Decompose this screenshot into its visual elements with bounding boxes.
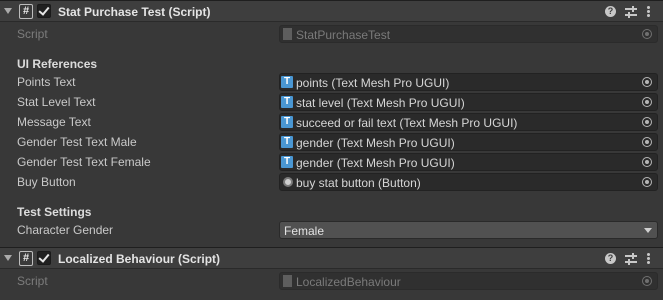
field-row-buy-button: Buy Button buy stat button (Button) <box>0 172 663 192</box>
context-menu-icon[interactable] <box>647 6 651 18</box>
script-value: StatPurchaseTest <box>296 28 391 42</box>
field-row-points-text: Points Text T points (Text Mesh Pro UGUI… <box>0 72 663 92</box>
presets-icon[interactable] <box>625 6 637 18</box>
field-row-stat-level-text: Stat Level Text T stat level (Text Mesh … <box>0 92 663 112</box>
help-icon[interactable]: ? <box>605 253 616 264</box>
section-header-test-settings: Test Settings <box>17 205 92 219</box>
field-label: Gender Test Text Female <box>17 155 151 169</box>
field-label: Points Text <box>17 75 76 89</box>
field-label: Gender Test Text Male <box>17 135 137 149</box>
dropdown-value: Female <box>284 224 325 238</box>
script-row: Script StatPurchaseTest <box>0 24 663 44</box>
context-menu-icon[interactable] <box>647 253 651 265</box>
component-title: Localized Behaviour (Script) <box>58 252 221 266</box>
field-value: points (Text Mesh Pro UGUI) <box>296 76 450 90</box>
script-label: Script <box>17 274 48 288</box>
object-field-gender-test-text-female[interactable]: T gender (Text Mesh Pro UGUI) <box>279 153 658 171</box>
object-picker-icon[interactable] <box>642 137 652 147</box>
component-enabled-checkbox[interactable] <box>37 4 51 18</box>
presets-icon[interactable] <box>625 253 637 265</box>
field-value: stat level (Text Mesh Pro UGUI) <box>296 96 465 110</box>
tmp-icon: T <box>281 96 293 108</box>
field-value: gender (Text Mesh Pro UGUI) <box>296 136 455 150</box>
script-field: LocalizedBehaviour <box>279 272 658 290</box>
object-picker-icon <box>642 29 652 39</box>
object-picker-icon[interactable] <box>642 117 652 127</box>
object-picker-icon[interactable] <box>642 77 652 87</box>
section-header-ui-references: UI References <box>17 57 98 71</box>
help-icon[interactable]: ? <box>605 6 616 17</box>
field-row-message-text: Message Text T succeed or fail text (Tex… <box>0 112 663 132</box>
character-gender-dropdown[interactable]: Female <box>279 221 658 239</box>
component-enabled-checkbox[interactable] <box>37 251 51 265</box>
object-picker-icon[interactable] <box>642 177 652 187</box>
object-picker-icon[interactable] <box>642 97 652 107</box>
component-title: Stat Purchase Test (Script) <box>58 5 211 19</box>
object-field-stat-level-text[interactable]: T stat level (Text Mesh Pro UGUI) <box>279 93 658 111</box>
field-value: gender (Text Mesh Pro UGUI) <box>296 156 455 170</box>
field-row-gender-test-text-male: Gender Test Text Male T gender (Text Mes… <box>0 132 663 152</box>
script-file-icon <box>283 28 292 40</box>
object-field-points-text[interactable]: T points (Text Mesh Pro UGUI) <box>279 73 658 91</box>
script-field: StatPurchaseTest <box>279 25 658 43</box>
script-label: Script <box>17 27 48 41</box>
field-value: buy stat button (Button) <box>296 176 421 190</box>
field-label: Buy Button <box>17 175 76 189</box>
button-icon <box>283 177 293 187</box>
tmp-icon: T <box>281 136 293 148</box>
script-row: Script LocalizedBehaviour <box>0 271 663 291</box>
foldout-arrow-icon[interactable] <box>4 8 12 14</box>
script-file-icon <box>283 275 292 287</box>
component-header-stat-purchase-test[interactable]: # Stat Purchase Test (Script) ? <box>0 0 663 22</box>
object-field-message-text[interactable]: T succeed or fail text (Text Mesh Pro UG… <box>279 113 658 131</box>
object-field-gender-test-text-male[interactable]: T gender (Text Mesh Pro UGUI) <box>279 133 658 151</box>
chevron-down-icon <box>644 228 652 233</box>
field-row-gender-test-text-female: Gender Test Text Female T gender (Text M… <box>0 152 663 172</box>
tmp-icon: T <box>281 116 293 128</box>
script-icon: # <box>19 4 33 19</box>
foldout-arrow-icon[interactable] <box>4 255 12 261</box>
tmp-icon: T <box>281 76 293 88</box>
field-label: Character Gender <box>17 223 114 237</box>
object-picker-icon <box>642 276 652 286</box>
field-value: succeed or fail text (Text Mesh Pro UGUI… <box>296 116 518 130</box>
field-label: Message Text <box>17 115 91 129</box>
script-value: LocalizedBehaviour <box>296 275 401 289</box>
tmp-icon: T <box>281 156 293 168</box>
object-field-buy-button[interactable]: buy stat button (Button) <box>279 173 658 191</box>
script-icon: # <box>19 251 33 266</box>
field-label: Stat Level Text <box>17 95 96 109</box>
component-header-localized-behaviour[interactable]: # Localized Behaviour (Script) ? <box>0 247 663 269</box>
field-row-character-gender: Character Gender Female <box>0 220 663 240</box>
object-picker-icon[interactable] <box>642 157 652 167</box>
